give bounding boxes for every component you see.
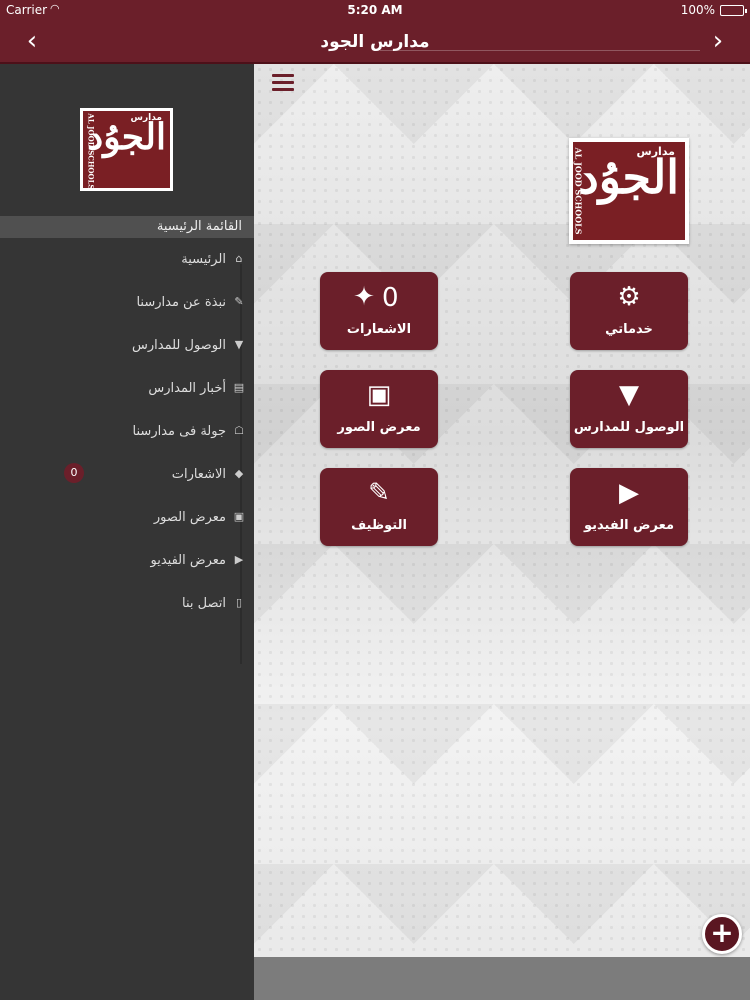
- sidebar-item-video-gallery[interactable]: ▶ معرض الفيديو: [0, 539, 254, 582]
- map-marker-icon: ▼: [234, 338, 244, 351]
- main-content: مدارس الجوُد AL JOOD SCHOOLS ⚙ خدماتي ✦ …: [254, 64, 750, 1000]
- map-marker-icon: ▼: [619, 380, 639, 410]
- logo-badge: مدارس الجوُد AL JOOD SCHOOLS: [83, 111, 170, 188]
- edit-icon: ✎: [368, 478, 390, 508]
- tile-label: التوظيف: [351, 518, 407, 533]
- tile-label: الاشعارات: [346, 322, 412, 337]
- notification-count-badge: 0: [64, 463, 84, 483]
- newspaper-icon: ▤: [233, 381, 245, 394]
- notification-count: 0: [382, 283, 399, 313]
- add-button[interactable]: +: [702, 914, 742, 954]
- chevron-right-icon[interactable]: ›: [704, 27, 732, 55]
- image-icon: ▣: [233, 510, 245, 523]
- tile-employment[interactable]: ✎ التوظيف: [320, 468, 438, 546]
- page-title: مدارس الجود: [320, 32, 430, 52]
- tile-video-gallery[interactable]: ▶ معرض الفيديو: [570, 468, 688, 546]
- sidebar-item-notifications[interactable]: 0 ◆ الاشعارات: [0, 453, 254, 496]
- battery-icon: [720, 5, 747, 16]
- mobile-icon: ▯: [235, 596, 243, 609]
- sidebar: مدارس الجوُد AL JOOD SCHOOLS القائمة الر…: [0, 64, 254, 1000]
- sidebar-item-label: معرض الفيديو: [150, 553, 227, 568]
- tile-label: خدماتي: [605, 322, 653, 337]
- hamburger-menu-icon[interactable]: [272, 74, 294, 94]
- logo-script-text: الجوُد: [578, 150, 679, 204]
- sidebar-item-about[interactable]: ✎ نبذة عن مدارسنا: [0, 281, 254, 324]
- plus-icon: +: [710, 916, 734, 949]
- sidebar-item-label: الاشعارات: [171, 467, 226, 482]
- tile-label: معرض الفيديو: [583, 518, 675, 533]
- clock: 5:20 AM: [347, 3, 403, 17]
- sidebar-item-label: الرئيسية: [181, 252, 226, 267]
- logo-script-text: الجوُد: [87, 116, 166, 158]
- image-icon: ▣: [366, 380, 392, 410]
- tile-directions[interactable]: ▼ الوصول للمدارس: [570, 370, 688, 448]
- sidebar-item-label: الوصول للمدارس: [132, 338, 226, 353]
- sidebar-menu: ⌂ الرئيسية ✎ نبذة عن مدارسنا ▼ الوصول لل…: [0, 238, 254, 625]
- tile-label: الوصول للمدارس: [573, 420, 685, 435]
- tile-my-services[interactable]: ⚙ خدماتي: [570, 272, 688, 350]
- sidebar-item-home[interactable]: ⌂ الرئيسية: [0, 238, 254, 281]
- tags-icon: ◆: [234, 467, 244, 480]
- navigation-bar: ‹ مدارس الجود ›: [0, 20, 750, 64]
- tile-photo-gallery[interactable]: ▣ معرض الصور: [320, 370, 438, 448]
- bottom-bar: [254, 957, 750, 1000]
- sidebar-item-tour[interactable]: ☖ جولة فى مدارسنا: [0, 410, 254, 453]
- sidebar-item-directions[interactable]: ▼ الوصول للمدارس: [0, 324, 254, 367]
- status-bar: Carrier ◠ 5:20 AM 100%: [0, 0, 750, 20]
- logo-side-text: AL JOOD SCHOOLS: [86, 113, 96, 188]
- home-icon: ⌂: [235, 252, 243, 265]
- institution-icon: ☖: [234, 424, 244, 437]
- sidebar-item-news[interactable]: ▤ أخبار المدارس: [0, 367, 254, 410]
- magic-wand-icon: ✦: [353, 282, 375, 312]
- tile-label: معرض الصور: [337, 420, 421, 435]
- main-logo: مدارس الجوُد AL JOOD SCHOOLS: [569, 138, 689, 244]
- youtube-play-icon: ▶: [619, 478, 639, 508]
- menu-header: القائمة الرئيسية: [0, 216, 254, 238]
- sidebar-item-label: أخبار المدارس: [148, 381, 226, 396]
- edit-icon: ✎: [234, 295, 244, 308]
- battery-percent: 100%: [680, 3, 715, 17]
- youtube-play-icon: ▶: [234, 553, 244, 566]
- gear-icon: ⚙: [617, 282, 641, 312]
- sidebar-logo: مدارس الجوُد AL JOOD SCHOOLS: [80, 108, 173, 191]
- logo-side-text: AL JOOD SCHOOLS: [573, 147, 584, 235]
- sidebar-item-label: اتصل بنا: [182, 596, 226, 611]
- sidebar-item-contact[interactable]: ▯ اتصل بنا: [0, 582, 254, 625]
- title-underline: [380, 50, 700, 51]
- tile-notifications[interactable]: ✦ 0 الاشعارات: [320, 272, 438, 350]
- logo-badge: مدارس الجوُد AL JOOD SCHOOLS: [573, 142, 685, 240]
- sidebar-item-label: نبذة عن مدارسنا: [136, 295, 226, 310]
- sidebar-item-label: معرض الصور: [153, 510, 226, 525]
- sidebar-item-photo-gallery[interactable]: ▣ معرض الصور: [0, 496, 254, 539]
- sidebar-item-label: جولة فى مدارسنا: [132, 424, 226, 439]
